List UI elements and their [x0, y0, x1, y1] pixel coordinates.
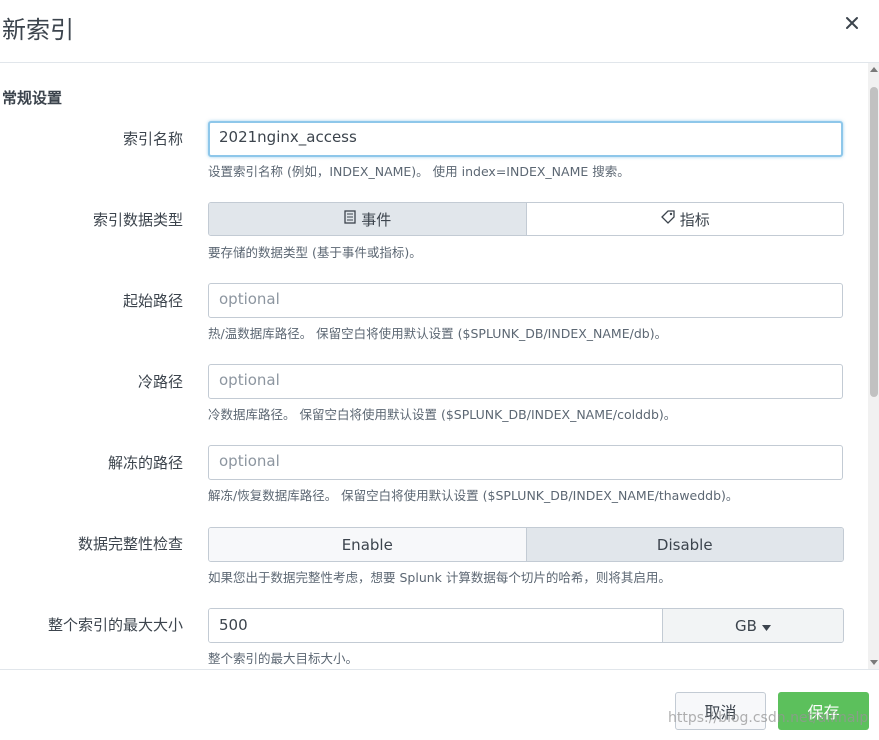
- watermark: https://blog.csdn.net/allinalp: [668, 710, 869, 726]
- tag-icon: [660, 210, 676, 228]
- thawed-path-input[interactable]: optional: [208, 445, 843, 480]
- max-size-unit-select[interactable]: GB: [663, 609, 843, 642]
- dialog-body: 常规设置 索引名称 2021nginx_access 设置索引名称 (例如，IN…: [0, 63, 867, 669]
- index-name-help: 设置索引名称 (例如，INDEX_NAME)。 使用 index=INDEX_N…: [208, 164, 630, 179]
- integrity-toggle: Enable Disable: [208, 527, 844, 562]
- thawed-path-label: 解冻的路径: [107, 454, 183, 472]
- integrity-label: 数据完整性检查: [77, 535, 183, 553]
- data-type-help: 要存储的数据类型 (基于事件或指标)。: [208, 245, 422, 260]
- dialog-title: 新索引: [2, 16, 74, 44]
- dialog-scrollbar[interactable]: [868, 63, 879, 669]
- cold-path-help: 冷数据库路径。 保留空白将使用默认设置 ($SPLUNK_DB/INDEX_NA…: [208, 407, 677, 422]
- index-name-label: 索引名称: [122, 130, 183, 148]
- max-size-label: 整个索引的最大大小: [47, 616, 183, 634]
- caret-down-icon: [761, 617, 771, 635]
- data-type-events-label: 事件: [361, 210, 392, 229]
- integrity-help: 如果您出于数据完整性考虑，想要 Splunk 计算数据每个切片的哈希，则将其启用…: [208, 570, 671, 585]
- data-type-label: 索引数据类型: [92, 211, 183, 229]
- dialog-footer: 取消 保存 https://blog.csdn.net/allinalp: [0, 669, 879, 740]
- home-path-label: 起始路径: [122, 292, 183, 310]
- max-size-control: 500 GB: [208, 608, 844, 643]
- data-type-metrics-button[interactable]: 指标: [526, 203, 843, 235]
- integrity-enable-button[interactable]: Enable: [209, 528, 527, 561]
- scrollbar-thumb[interactable]: [870, 87, 878, 397]
- max-size-unit-label: GB: [735, 616, 757, 635]
- home-path-input[interactable]: optional: [208, 283, 843, 318]
- close-icon[interactable]: [843, 14, 861, 32]
- home-path-help: 热/温数据库路径。 保留空白将使用默认设置 ($SPLUNK_DB/INDEX_…: [208, 326, 668, 341]
- thawed-path-help: 解冻/恢复数据库路径。 保留空白将使用默认设置 ($SPLUNK_DB/INDE…: [208, 488, 739, 503]
- cold-path-label: 冷路径: [137, 373, 183, 391]
- section-title: 常规设置: [2, 89, 63, 107]
- max-size-input[interactable]: 500: [209, 609, 663, 642]
- data-type-toggle: 事件 指标: [208, 202, 844, 236]
- data-type-metrics-label: 指标: [679, 210, 710, 229]
- max-size-help: 整个索引的最大目标大小。: [208, 651, 359, 666]
- document-icon: [343, 210, 357, 228]
- dialog-header: 新索引: [0, 0, 879, 63]
- scroll-down-icon[interactable]: [870, 660, 878, 665]
- data-type-events-button[interactable]: 事件: [209, 203, 527, 235]
- index-name-input[interactable]: 2021nginx_access: [208, 121, 843, 157]
- integrity-disable-button[interactable]: Disable: [526, 528, 843, 561]
- scroll-up-icon[interactable]: [870, 67, 878, 72]
- cold-path-input[interactable]: optional: [208, 364, 843, 399]
